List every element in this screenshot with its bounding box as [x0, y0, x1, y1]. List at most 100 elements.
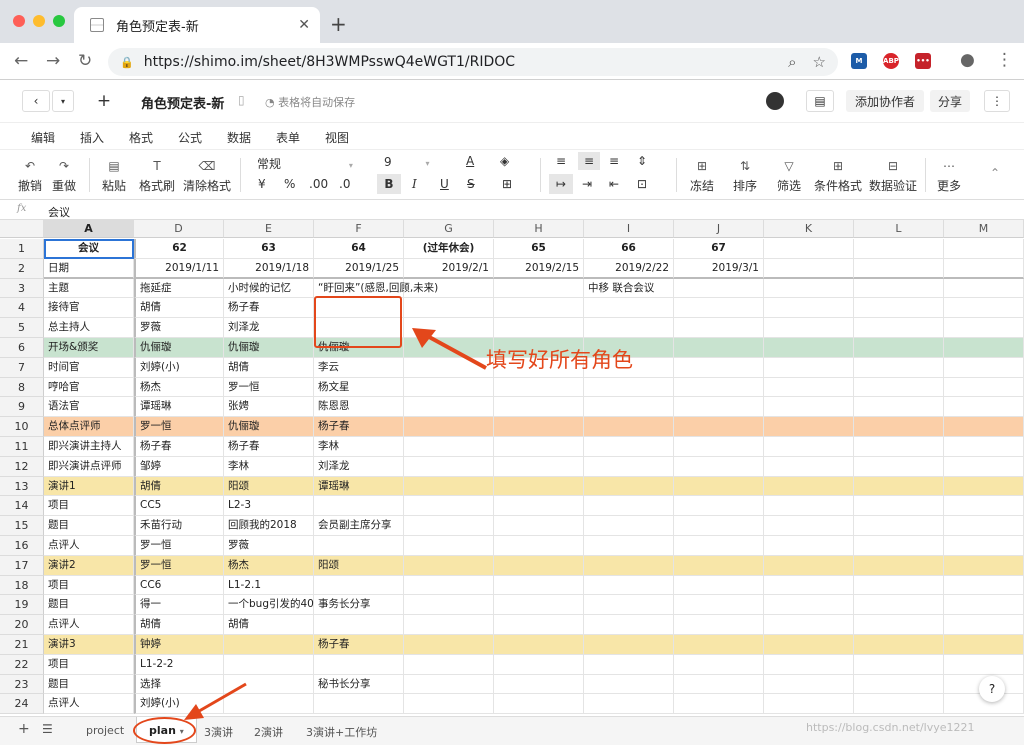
table-cell[interactable]: [944, 476, 1024, 497]
table-cell[interactable]: 2019/1/11: [134, 258, 224, 279]
profile-icon[interactable]: ●: [960, 50, 975, 70]
table-cell[interactable]: [584, 496, 674, 517]
table-cell[interactable]: 62: [134, 239, 224, 259]
table-cell[interactable]: 杨子春: [224, 437, 314, 457]
row-header[interactable]: 10: [0, 417, 44, 437]
strikethrough-button[interactable]: S: [467, 177, 475, 191]
table-cell[interactable]: L2-3: [224, 496, 314, 517]
row-header[interactable]: 12: [0, 456, 44, 477]
document-title[interactable]: 角色预定表-新: [141, 93, 224, 112]
row-header[interactable]: 23: [0, 674, 44, 695]
table-cell[interactable]: [674, 674, 764, 695]
filter-button[interactable]: ▽ 筛选: [777, 159, 801, 194]
sheet-list-icon[interactable]: ☰: [42, 722, 53, 736]
table-cell[interactable]: 中移 联合会议: [584, 278, 674, 299]
row-header[interactable]: 7: [0, 357, 44, 378]
table-cell[interactable]: [674, 357, 764, 378]
table-cell[interactable]: [404, 555, 494, 576]
table-cell[interactable]: [764, 516, 854, 536]
table-cell[interactable]: 事务长分享: [314, 595, 404, 616]
row-header[interactable]: 19: [0, 595, 44, 616]
table-cell[interactable]: [674, 437, 764, 457]
menu-view[interactable]: 视图: [325, 129, 349, 146]
table-cell[interactable]: [854, 357, 944, 378]
table-cell[interactable]: [584, 536, 674, 556]
table-cell[interactable]: [494, 456, 584, 477]
table-cell[interactable]: 胡倩: [224, 357, 314, 378]
table-cell[interactable]: [494, 397, 584, 418]
spreadsheet-grid[interactable]: A D E F G H I J K L M 1 会议 62 63 64 (过年休会) 65 66 67 2 日期 2019/…: [0, 220, 1024, 716]
table-cell[interactable]: [944, 654, 1024, 675]
table-cell[interactable]: L1-2-2: [134, 654, 224, 675]
table-cell[interactable]: 2019/2/1: [404, 258, 494, 279]
table-cell[interactable]: [314, 615, 404, 635]
table-cell[interactable]: [764, 615, 854, 635]
number-format-select[interactable]: 常规 ▾: [257, 155, 353, 172]
table-cell[interactable]: [674, 278, 764, 299]
table-cell[interactable]: [674, 575, 764, 596]
table-cell[interactable]: [404, 536, 494, 556]
bookmark-star-icon[interactable]: ☆: [813, 53, 826, 71]
table-cell[interactable]: [854, 694, 944, 715]
table-cell[interactable]: [584, 575, 674, 596]
table-cell[interactable]: [674, 377, 764, 398]
table-cell[interactable]: L1-2.1: [224, 575, 314, 596]
table-cell[interactable]: [494, 417, 584, 437]
table-cell[interactable]: [404, 595, 494, 616]
table-cell[interactable]: [764, 377, 854, 398]
table-cell[interactable]: [224, 654, 314, 675]
maximize-window-button[interactable]: [53, 15, 65, 27]
table-cell[interactable]: 即兴演讲主持人: [44, 437, 134, 457]
table-cell[interactable]: 谭瑶琳: [314, 476, 404, 497]
table-cell[interactable]: [674, 555, 764, 576]
table-cell[interactable]: [494, 377, 584, 398]
new-tab-icon[interactable]: +: [330, 12, 347, 36]
table-cell[interactable]: [584, 674, 674, 695]
table-cell[interactable]: [764, 417, 854, 437]
table-cell[interactable]: 会员副主席分享: [314, 516, 404, 536]
table-cell[interactable]: 语法官: [44, 397, 134, 418]
table-cell[interactable]: [944, 496, 1024, 517]
table-cell[interactable]: [944, 595, 1024, 616]
table-cell[interactable]: 2019/3/1: [674, 258, 764, 279]
table-cell[interactable]: [494, 278, 584, 299]
table-cell[interactable]: 项目: [44, 654, 134, 675]
row-header[interactable]: 2: [0, 258, 44, 279]
table-cell[interactable]: [854, 278, 944, 299]
row-header[interactable]: 22: [0, 654, 44, 675]
table-cell[interactable]: [854, 417, 944, 437]
table-cell[interactable]: [854, 437, 944, 457]
table-cell[interactable]: [854, 397, 944, 418]
sheet-tab-2-speeches[interactable]: 2演讲: [254, 724, 283, 740]
table-cell[interactable]: [764, 298, 854, 319]
table-cell[interactable]: [404, 397, 494, 418]
table-cell[interactable]: [314, 654, 404, 675]
table-cell[interactable]: [764, 496, 854, 517]
table-cell[interactable]: CC6: [134, 575, 224, 596]
browser-tab[interactable]: 角色预定表-新 ✕: [74, 7, 320, 43]
row-header[interactable]: 21: [0, 635, 44, 655]
table-cell[interactable]: [494, 516, 584, 536]
table-cell[interactable]: [854, 615, 944, 635]
table-cell[interactable]: [584, 635, 674, 655]
table-cell[interactable]: [764, 575, 854, 596]
row-header[interactable]: 11: [0, 437, 44, 457]
table-cell[interactable]: 项目: [44, 575, 134, 596]
format-painter-button[interactable]: T 格式刷: [139, 159, 175, 194]
table-cell[interactable]: [314, 694, 404, 715]
row-header[interactable]: 18: [0, 575, 44, 596]
table-cell[interactable]: [944, 615, 1024, 635]
table-cell[interactable]: 胡倩: [134, 476, 224, 497]
table-cell[interactable]: CC5: [134, 496, 224, 517]
table-cell[interactable]: [764, 694, 854, 715]
row-header[interactable]: 4: [0, 298, 44, 319]
table-cell[interactable]: 接待官: [44, 298, 134, 319]
currency-button[interactable]: ¥: [258, 177, 266, 191]
table-cell[interactable]: 点评人: [44, 615, 134, 635]
table-cell[interactable]: [854, 456, 944, 477]
table-cell[interactable]: [854, 258, 944, 279]
table-cell[interactable]: [674, 456, 764, 477]
table-cell[interactable]: 哼哈官: [44, 377, 134, 398]
table-cell[interactable]: 罗一恒: [134, 555, 224, 576]
table-cell[interactable]: 总体点评师: [44, 417, 134, 437]
